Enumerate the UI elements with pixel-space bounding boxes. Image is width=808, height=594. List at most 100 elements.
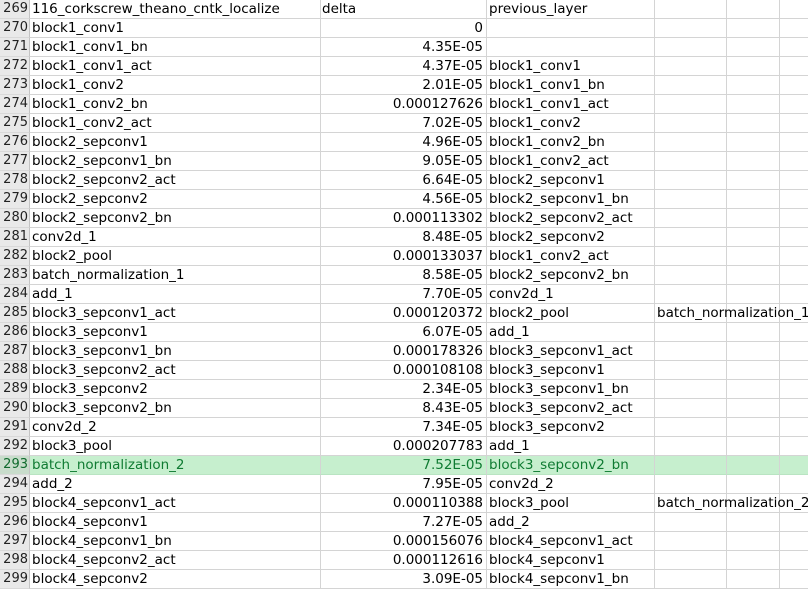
cell-previous-layer-2[interactable] [655, 437, 727, 456]
row-header[interactable]: 278 [0, 171, 30, 190]
cell-empty[interactable] [780, 437, 808, 456]
cell-empty[interactable] [727, 380, 780, 399]
cell-previous-layer-2[interactable] [655, 361, 727, 380]
cell-previous-layer[interactable]: block2_pool [487, 304, 655, 323]
cell-previous-layer-2[interactable] [655, 418, 727, 437]
cell-previous-layer[interactable]: block1_conv1 [487, 57, 655, 76]
cell-empty[interactable] [780, 133, 808, 152]
cell-empty[interactable] [780, 285, 808, 304]
cell-delta[interactable]: 2.01E-05 [321, 76, 487, 95]
cell-previous-layer[interactable]: previous_layer [487, 0, 655, 19]
cell-empty[interactable] [780, 323, 808, 342]
row-header[interactable]: 274 [0, 95, 30, 114]
cell-previous-layer[interactable]: add_1 [487, 323, 655, 342]
cell-empty[interactable] [727, 323, 780, 342]
cell-previous-layer[interactable]: block4_sepconv1 [487, 551, 655, 570]
row-header[interactable]: 276 [0, 133, 30, 152]
cell-previous-layer-2[interactable] [655, 475, 727, 494]
cell-delta[interactable]: 0.000207783 [321, 437, 487, 456]
table-row[interactable]: 290 block3_sepconv2_bn 8.43E-05 block3_sepc… [0, 399, 808, 418]
cell-empty[interactable] [727, 456, 780, 475]
cell-delta[interactable]: 7.70E-05 [321, 285, 487, 304]
cell-layer-name[interactable]: block1_conv2_act [30, 114, 321, 133]
table-row[interactable]: 294 add_2 7.95E-05 conv2d_2 [0, 475, 808, 494]
cell-layer-name[interactable]: add_2 [30, 475, 321, 494]
cell-empty[interactable] [780, 209, 808, 228]
cell-previous-layer-2[interactable] [655, 456, 727, 475]
table-row[interactable]: 285 block3_sepconv1_act 0.000120372 block2_… [0, 304, 808, 323]
cell-layer-name[interactable]: block1_conv1 [30, 19, 321, 38]
cell-empty[interactable] [780, 38, 808, 57]
cell-delta[interactable]: 7.02E-05 [321, 114, 487, 133]
cell-empty[interactable] [780, 380, 808, 399]
row-header[interactable]: 286 [0, 323, 30, 342]
cell-previous-layer[interactable]: block3_sepconv2_act [487, 399, 655, 418]
cell-empty[interactable] [727, 361, 780, 380]
cell-empty[interactable] [780, 475, 808, 494]
cell-previous-layer[interactable]: block1_conv2_act [487, 247, 655, 266]
cell-previous-layer[interactable]: block2_sepconv2_act [487, 209, 655, 228]
cell-empty[interactable] [780, 551, 808, 570]
table-row[interactable]: 275 block1_conv2_act 7.02E-05 block1_conv2 [0, 114, 808, 133]
cell-layer-name[interactable]: block3_sepconv1_bn [30, 342, 321, 361]
cell-previous-layer-2[interactable] [655, 551, 727, 570]
cell-empty[interactable] [727, 190, 780, 209]
cell-delta[interactable]: 6.64E-05 [321, 171, 487, 190]
cell-previous-layer[interactable]: block3_sepconv2_bn [487, 456, 655, 475]
cell-previous-layer-2[interactable]: batch_normalization_1 [655, 304, 808, 323]
cell-delta[interactable]: 0.000112616 [321, 551, 487, 570]
cell-delta[interactable]: delta [321, 0, 487, 19]
cell-delta[interactable]: 3.09E-05 [321, 570, 487, 589]
cell-empty[interactable] [780, 342, 808, 361]
cell-delta[interactable]: 0.000110388 [321, 494, 487, 513]
cell-previous-layer-2[interactable] [655, 171, 727, 190]
cell-previous-layer[interactable]: add_2 [487, 513, 655, 532]
cell-layer-name[interactable]: block1_conv1_bn [30, 38, 321, 57]
cell-previous-layer-2[interactable] [655, 285, 727, 304]
table-row[interactable]: 283 batch_normalization_1 8.58E-05 block2_s… [0, 266, 808, 285]
cell-delta[interactable]: 4.56E-05 [321, 190, 487, 209]
row-header[interactable]: 296 [0, 513, 30, 532]
table-row[interactable]: 269 116_corkscrew_theano_cntk_localize del… [0, 0, 808, 19]
cell-previous-layer[interactable]: block2_sepconv1 [487, 171, 655, 190]
cell-layer-name[interactable]: 116_corkscrew_theano_cntk_localize [30, 0, 321, 19]
cell-delta[interactable]: 7.52E-05 [321, 456, 487, 475]
cell-empty[interactable] [727, 513, 780, 532]
cell-delta[interactable]: 4.37E-05 [321, 57, 487, 76]
table-row[interactable]: 278 block2_sepconv2_act 6.64E-05 block2_sep… [0, 171, 808, 190]
cell-layer-name[interactable]: conv2d_1 [30, 228, 321, 247]
cell-previous-layer[interactable]: block1_conv2_bn [487, 133, 655, 152]
table-row[interactable]: 298 block4_sepconv2_act 0.000112616 block4_… [0, 551, 808, 570]
cell-delta[interactable]: 7.95E-05 [321, 475, 487, 494]
table-row[interactable]: 279 block2_sepconv2 4.56E-05 block2_sepconv… [0, 190, 808, 209]
table-row[interactable]: 274 block1_conv2_bn 0.000127626 block1_conv… [0, 95, 808, 114]
cell-previous-layer[interactable]: block3_sepconv1_act [487, 342, 655, 361]
cell-previous-layer-2[interactable] [655, 190, 727, 209]
cell-layer-name[interactable]: add_1 [30, 285, 321, 304]
cell-empty[interactable] [727, 95, 780, 114]
cell-empty[interactable] [780, 76, 808, 95]
cell-layer-name[interactable]: block2_sepconv2_act [30, 171, 321, 190]
cell-empty[interactable] [727, 247, 780, 266]
row-header[interactable]: 284 [0, 285, 30, 304]
row-header[interactable]: 277 [0, 152, 30, 171]
cell-previous-layer[interactable]: block3_pool [487, 494, 655, 513]
row-header[interactable]: 289 [0, 380, 30, 399]
cell-previous-layer-2[interactable] [655, 19, 727, 38]
table-row[interactable]: 288 block3_sepconv2_act 0.000108108 block3_… [0, 361, 808, 380]
cell-layer-name[interactable]: block3_sepconv2_act [30, 361, 321, 380]
cell-delta[interactable]: 7.34E-05 [321, 418, 487, 437]
cell-empty[interactable] [780, 228, 808, 247]
cell-empty[interactable] [727, 437, 780, 456]
cell-layer-name[interactable]: block4_sepconv2_act [30, 551, 321, 570]
spreadsheet-grid[interactable]: 269 116_corkscrew_theano_cntk_localize del… [0, 0, 808, 594]
cell-delta[interactable]: 0.000127626 [321, 95, 487, 114]
table-row[interactable]: 296 block4_sepconv1 7.27E-05 add_2 [0, 513, 808, 532]
cell-previous-layer[interactable]: add_1 [487, 437, 655, 456]
table-row[interactable]: 276 block2_sepconv1 4.96E-05 block1_conv2_b… [0, 133, 808, 152]
cell-previous-layer-2[interactable] [655, 342, 727, 361]
row-header[interactable]: 272 [0, 57, 30, 76]
cell-layer-name[interactable]: block4_sepconv2 [30, 570, 321, 589]
table-row[interactable]: 287 block3_sepconv1_bn 0.000178326 block3_s… [0, 342, 808, 361]
cell-previous-layer[interactable]: block3_sepconv1_bn [487, 380, 655, 399]
